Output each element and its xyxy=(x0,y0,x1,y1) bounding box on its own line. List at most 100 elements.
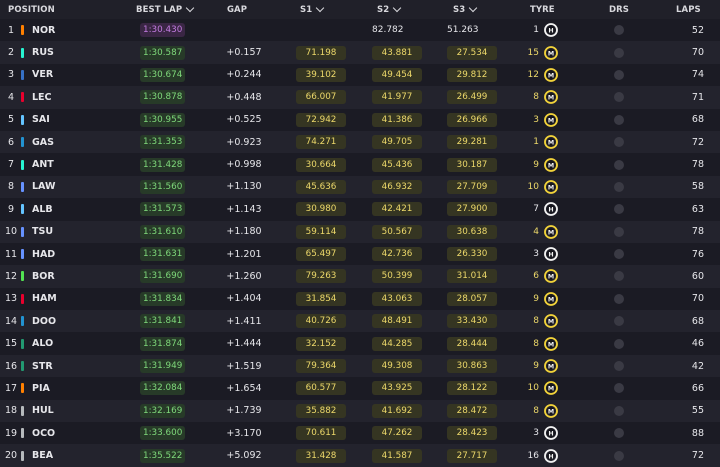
gap-value: +1.411 xyxy=(226,315,262,327)
position-number: 14 xyxy=(4,315,18,327)
team-color-swatch xyxy=(21,69,24,80)
table-row[interactable]: 11 HAD 1:31.631 +1.201 65.497 42.736 26.330 3 H 7… xyxy=(0,242,720,266)
driver-code[interactable]: ANT xyxy=(32,153,92,175)
team-color-swatch xyxy=(21,428,24,439)
best-lap-time: 1:31.874 xyxy=(140,336,186,351)
header-gap[interactable]: GAP xyxy=(222,0,252,19)
table-row[interactable]: 5 SAI 1:30.955 +0.525 72.942 41.386 26.966 3 M 68 xyxy=(0,108,720,131)
driver-code[interactable]: BOR xyxy=(32,265,92,287)
best-lap-time: 1:30.674 xyxy=(140,67,186,82)
driver-code[interactable]: SAI xyxy=(32,109,92,131)
tyre-age: 8 xyxy=(533,338,539,349)
s3-time: 29.812 xyxy=(447,67,497,82)
best-lap-cell: 1:31.428 xyxy=(140,153,204,175)
s3-cell: 28.472 xyxy=(447,400,503,422)
s3-cell: 29.281 xyxy=(447,131,503,153)
gap-value: +0.525 xyxy=(226,114,262,126)
driver-code[interactable]: RUS xyxy=(32,41,92,63)
driver-code[interactable]: DOO xyxy=(32,310,92,332)
tyre-medium-icon: M xyxy=(544,179,558,194)
table-row[interactable]: 13 HAM 1:31.834 +1.404 31.854 43.063 28.057 9 M 7… xyxy=(0,287,720,311)
driver-code[interactable]: PIA xyxy=(32,377,92,399)
best-lap-cell: 1:30.587 xyxy=(140,41,204,63)
header-tyre[interactable]: TYRE xyxy=(530,0,560,19)
header-s2[interactable]: S2 xyxy=(377,0,407,19)
table-row[interactable]: 20 BEA 1:35.522 +5.092 31.428 41.587 27.717 16 H… xyxy=(0,444,720,467)
team-color-bar xyxy=(21,400,25,422)
table-row[interactable]: 1 NOR 1:30.430 82.782 51.263 1 H 52 xyxy=(0,19,720,42)
driver-code[interactable]: VER xyxy=(32,64,92,86)
header-laps[interactable]: LAPS xyxy=(676,0,706,19)
s3-time: 31.014 xyxy=(447,269,497,284)
best-lap-time: 1:30.587 xyxy=(140,45,186,60)
best-lap-time: 1:31.560 xyxy=(140,179,186,194)
chevron-down-icon xyxy=(316,3,325,13)
driver-code[interactable]: LAW xyxy=(32,176,92,198)
drs-indicator-icon xyxy=(614,383,624,394)
s1-time: 65.497 xyxy=(296,247,346,262)
s1-time: 39.102 xyxy=(296,67,346,82)
s2-cell: 50.399 xyxy=(372,265,428,287)
table-row[interactable]: 16 STR 1:31.949 +1.519 79.364 49.308 30.863 9 M 4… xyxy=(0,354,720,378)
team-color-bar xyxy=(21,19,25,41)
drs-cell xyxy=(608,444,630,466)
driver-code[interactable]: ALO xyxy=(32,332,92,354)
driver-code[interactable]: LEC xyxy=(32,86,92,108)
best-lap-cell: 1:33.600 xyxy=(140,422,204,444)
s1-cell: 71.198 xyxy=(296,41,352,63)
driver-code[interactable]: STR xyxy=(32,355,92,377)
s3-cell: 33.430 xyxy=(447,310,503,332)
table-row[interactable]: 9 ALB 1:31.573 +1.143 30.980 42.421 27.900 7 H 63 xyxy=(0,198,720,221)
s2-cell: 50.567 xyxy=(372,221,428,243)
table-row[interactable]: 8 LAW 1:31.560 +1.130 45.636 46.932 27.709 10 M 5… xyxy=(0,175,720,199)
header-position[interactable]: POSITION xyxy=(8,0,55,19)
drs-indicator-icon xyxy=(614,226,624,237)
driver-code[interactable]: HAM xyxy=(32,288,92,310)
s3-cell: 27.717 xyxy=(447,444,503,466)
gap-value xyxy=(212,19,276,41)
position-number: 3 xyxy=(7,69,15,81)
team-color-swatch xyxy=(21,450,24,461)
s1-cell: 45.636 xyxy=(296,176,352,198)
driver-code[interactable]: HUL xyxy=(32,400,92,422)
driver-code[interactable]: GAS xyxy=(32,131,92,153)
table-row[interactable]: 10 TSU 1:31.610 +1.180 59.114 50.567 30.638 4 M 7… xyxy=(0,220,720,243)
header-s1[interactable]: S1 xyxy=(300,0,330,19)
header-drs[interactable]: DRS xyxy=(608,0,630,19)
table-row[interactable]: 19 OCO 1:33.600 +3.170 70.611 47.262 28.423 3 H 8… xyxy=(0,422,720,445)
table-row[interactable]: 15 ALO 1:31.874 +1.444 32.152 44.285 28.444 8 M 4… xyxy=(0,332,720,355)
position-number: 2 xyxy=(7,47,15,59)
s3-time: 28.423 xyxy=(447,426,497,441)
laps-count: 55 xyxy=(691,405,704,417)
table-row[interactable]: 14 DOO 1:31.841 +1.411 40.726 48.491 33.430 8 M 6… xyxy=(0,310,720,333)
laps-count: 66 xyxy=(691,382,704,394)
best-lap-cell: 1:32.169 xyxy=(140,400,204,422)
driver-code[interactable]: NOR xyxy=(32,19,92,41)
table-row[interactable]: 7 ANT 1:31.428 +0.998 30.664 45.436 30.187 9 M 78 xyxy=(0,153,720,176)
header-s3[interactable]: S3 xyxy=(453,0,483,19)
driver-code[interactable]: TSU xyxy=(32,221,92,243)
driver-code[interactable]: OCO xyxy=(32,422,92,444)
table-row[interactable]: 3 VER 1:30.674 +0.244 39.102 49.454 29.812 12 M 7… xyxy=(0,63,720,87)
best-lap-time: 1:31.834 xyxy=(140,291,186,306)
table-row[interactable]: 18 HUL 1:32.169 +1.739 35.882 41.692 28.472 8 M 5… xyxy=(0,399,720,423)
table-row[interactable]: 17 PIA 1:32.084 +1.654 60.577 43.925 28.122 10 M… xyxy=(0,377,720,400)
header-best-lap[interactable]: BEST LAP xyxy=(136,0,200,19)
tyre-medium-icon: M xyxy=(544,224,558,239)
position-number: 16 xyxy=(4,360,18,372)
drs-cell xyxy=(608,131,630,153)
table-row[interactable]: 12 BOR 1:31.690 +1.260 79.263 50.399 31.014 6 M 6… xyxy=(0,265,720,288)
driver-code[interactable]: HAD xyxy=(32,243,92,265)
table-row[interactable]: 6 GAS 1:31.353 +0.923 74.271 49.705 29.281 1 M 72 xyxy=(0,130,720,154)
s3-time: 30.863 xyxy=(447,359,497,374)
driver-code[interactable]: BEA xyxy=(32,444,92,466)
s1-cell: 39.102 xyxy=(296,64,352,86)
gap-value: +1.143 xyxy=(226,203,262,215)
table-row[interactable]: 4 LEC 1:30.878 +0.448 66.007 41.977 26.499 8 M 71 xyxy=(0,86,720,109)
s1-cell: 72.942 xyxy=(296,109,352,131)
s3-cell: 27.709 xyxy=(447,176,503,198)
tyre-compound-label: H xyxy=(548,431,553,438)
team-color-bar xyxy=(21,86,25,108)
table-row[interactable]: 2 RUS 1:30.587 +0.157 71.198 43.881 27.534 15 M 7… xyxy=(0,41,720,64)
driver-code[interactable]: ALB xyxy=(32,198,92,220)
